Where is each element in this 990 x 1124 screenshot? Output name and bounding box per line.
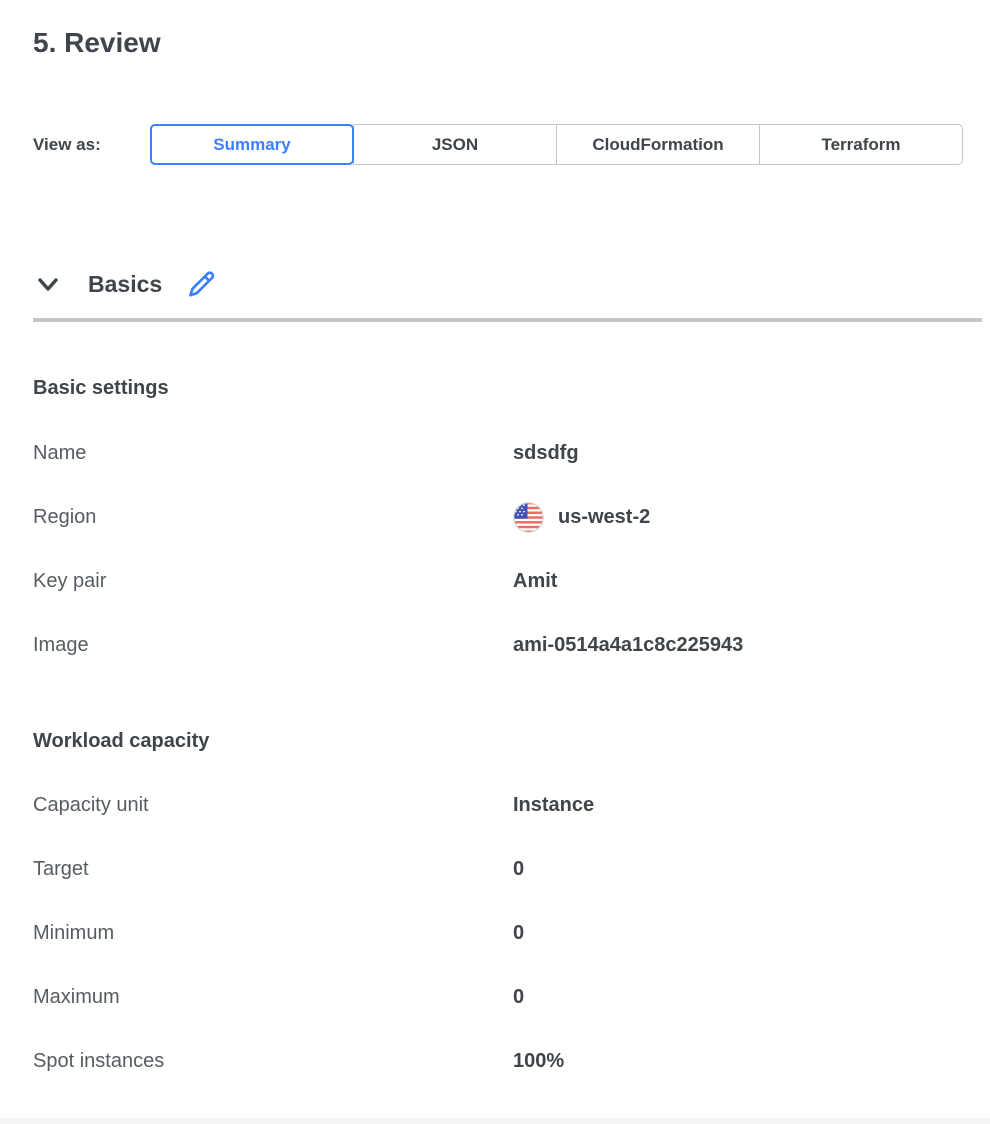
row-image-value: ami-0514a4a1c8c225943 [513,634,743,657]
row-capacity-unit-value: Instance [513,794,594,817]
row-name-label: Name [33,442,513,465]
row-target-label: Target [33,858,513,881]
row-maximum-value: 0 [513,986,524,1009]
row-target-value: 0 [513,858,524,881]
row-spot-instances-label: Spot instances [33,1050,513,1073]
region-value-text: us-west-2 [558,506,650,529]
us-flag-icon [513,502,544,533]
row-name-value: sdsdfg [513,442,579,465]
row-key-pair: Key pair Amit [33,549,982,613]
tab-summary[interactable]: Summary [150,124,354,165]
row-region-value: us-west-2 [513,502,650,533]
group-basic-settings: Basic settings Name sdsdfg Region [33,375,982,677]
row-maximum: Maximum 0 [33,965,982,1029]
section-title-basics: Basics [88,269,162,299]
row-spot-instances-value: 100% [513,1050,564,1073]
row-capacity-unit-label: Capacity unit [33,794,513,817]
chevron-down-icon[interactable] [36,272,60,296]
tab-json[interactable]: JSON [353,124,557,165]
tab-terraform[interactable]: Terraform [759,124,963,165]
tab-cloudformation[interactable]: CloudFormation [556,124,760,165]
view-as-tab-group: Summary JSON CloudFormation Terraform [150,124,963,165]
view-as-bar: View as: Summary JSON CloudFormation Ter… [33,124,982,165]
section-divider [33,318,982,322]
row-minimum-value: 0 [513,922,524,945]
group-heading-basic-settings: Basic settings [33,375,982,401]
row-key-pair-value: Amit [513,570,557,593]
row-region: Region [33,485,982,549]
workload-capacity-rows: Capacity unit Instance Target 0 Minimum … [33,773,982,1093]
row-spot-instances: Spot instances 100% [33,1029,982,1093]
row-region-label: Region [33,506,513,529]
edit-pencil-icon[interactable] [186,269,216,299]
view-as-label: View as: [33,135,150,155]
basic-settings-rows: Name sdsdfg Region [33,421,982,677]
group-heading-workload-capacity: Workload capacity [33,728,982,754]
row-image: Image ami-0514a4a1c8c225943 [33,613,982,677]
row-name: Name sdsdfg [33,421,982,485]
row-image-label: Image [33,634,513,657]
group-workload-capacity: Workload capacity Capacity unit Instance… [33,728,982,1093]
row-target: Target 0 [33,837,982,901]
row-minimum-label: Minimum [33,922,513,945]
row-key-pair-label: Key pair [33,570,513,593]
row-minimum: Minimum 0 [33,901,982,965]
review-panel: 5. Review View as: Summary JSON CloudFor… [0,26,990,1124]
row-capacity-unit: Capacity unit Instance [33,773,982,837]
page-title: 5. Review [33,26,982,60]
next-section-divider [0,1118,990,1124]
basics-section-header: Basics [33,267,982,301]
row-maximum-label: Maximum [33,986,513,1009]
